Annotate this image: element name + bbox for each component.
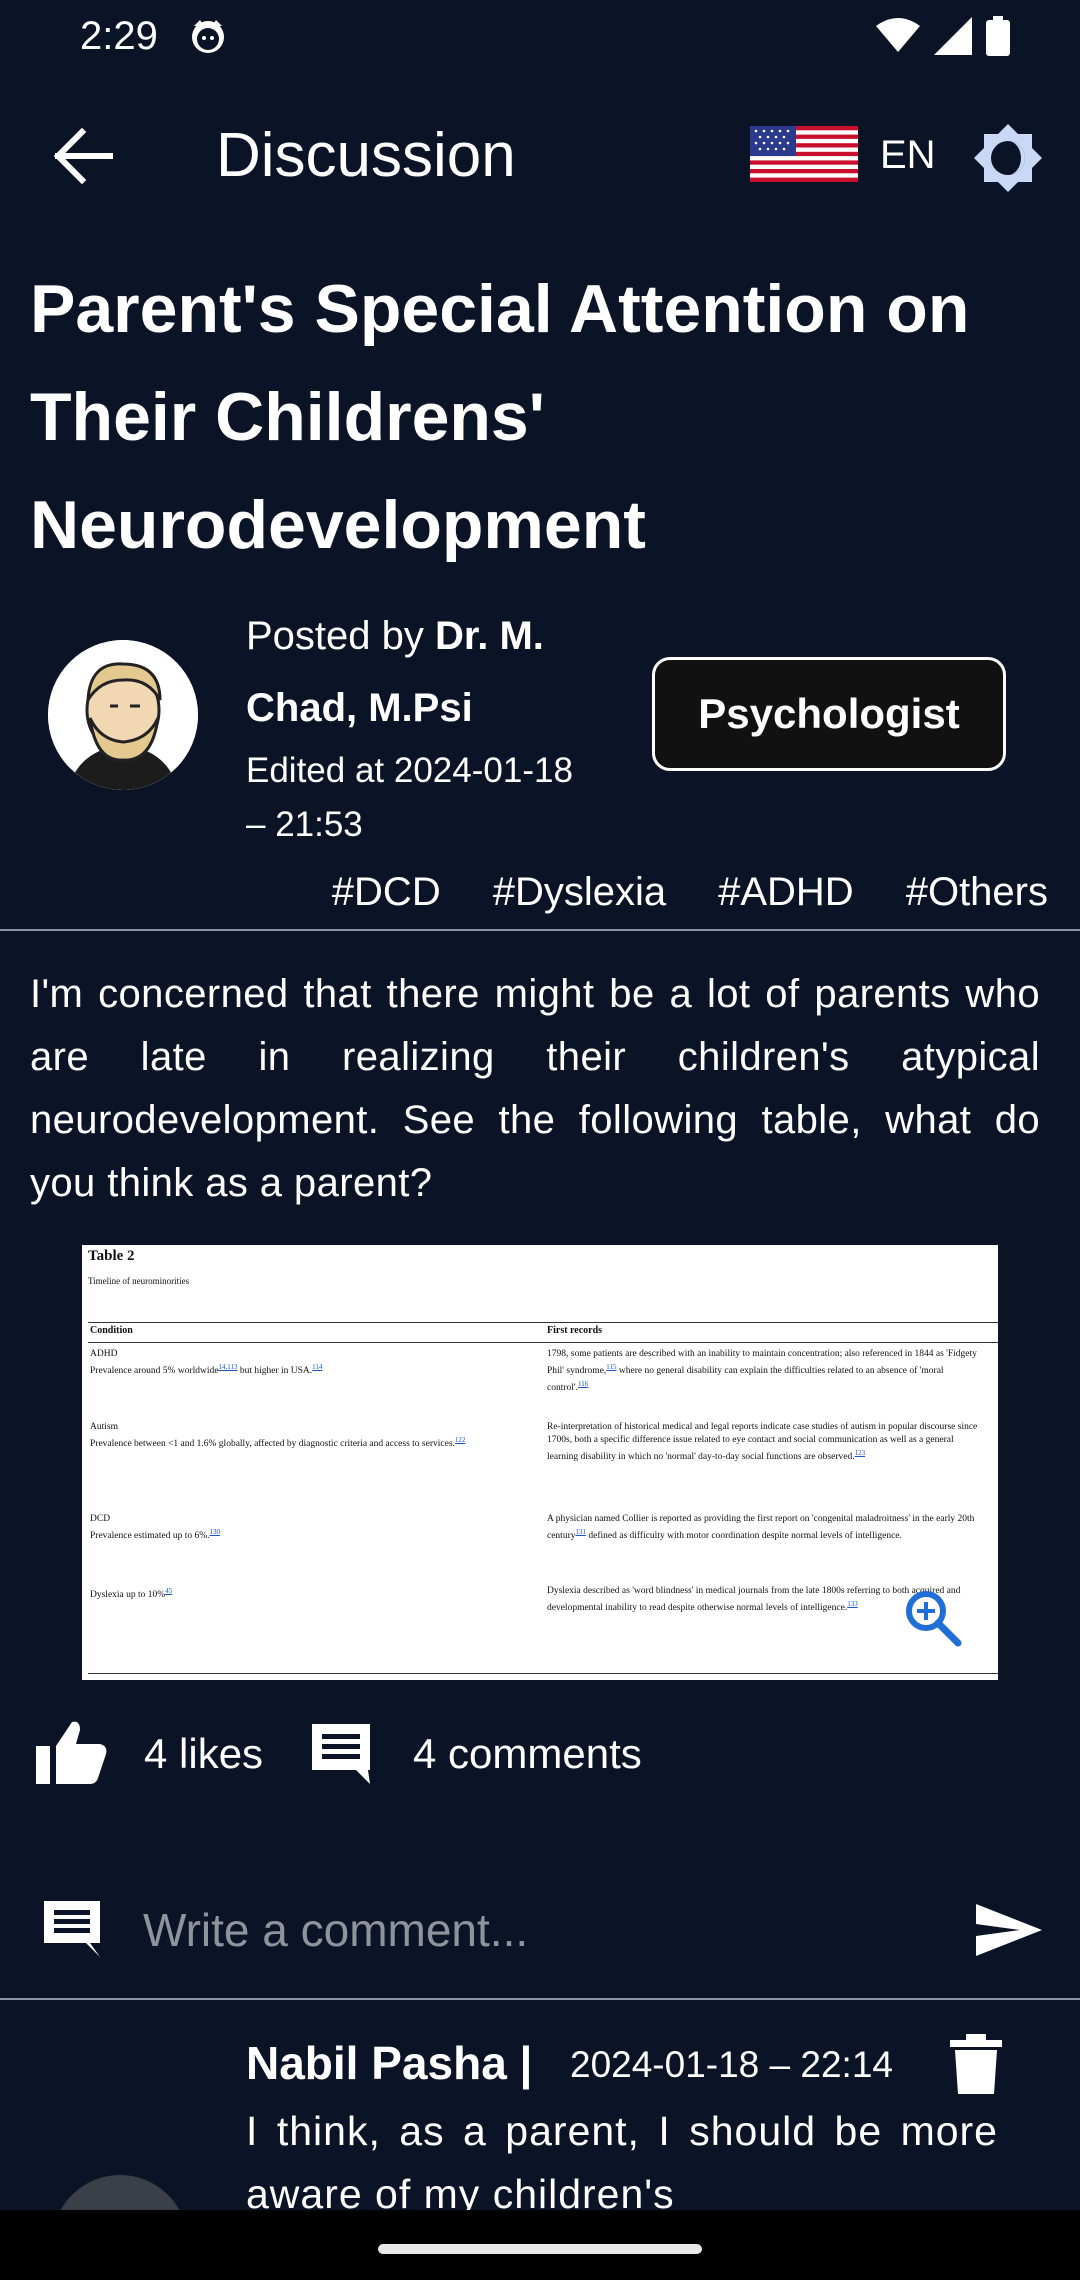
comment-input[interactable] (143, 1898, 943, 1962)
table-cell-condition: Dyslexia up to 10%45 (90, 1587, 173, 1601)
comment-author[interactable]: Nabil Pasha | (246, 2034, 532, 2092)
comment-date: 2024-01-18 – 22:14 (570, 2044, 893, 2085)
author-name[interactable]: Dr. M. (435, 614, 544, 658)
table-title: Table 2 (88, 1248, 135, 1264)
battery-icon (986, 16, 1010, 56)
author-avatar[interactable] (48, 640, 198, 790)
table-cell-condition: ADHD Prevalence around 5% worldwide14,11… (90, 1349, 323, 1377)
posted-by-label: Posted by (246, 614, 424, 658)
status-time: 2:29 (80, 14, 158, 58)
attached-table-image[interactable]: Table 2 Timeline of neurominorities Cond… (82, 1245, 998, 1680)
edited-at-line-2: – 21:53 (246, 805, 363, 844)
tag-list: #DCD #Dyslexia #ADHD #Others (332, 870, 1048, 915)
thumb-up-icon[interactable] (34, 1718, 108, 1786)
language-label[interactable]: EN (880, 130, 936, 180)
zoom-in-icon[interactable] (902, 1587, 962, 1647)
author-line-1: Posted by Dr. M. (246, 600, 616, 672)
post-title: Parent's Special Attention on Their Chil… (30, 271, 970, 563)
divider (0, 1998, 1080, 2000)
author-info: Posted by Dr. M. Chad, M.Psi Edited at 2… (246, 600, 616, 852)
home-gesture-handle[interactable] (378, 2244, 702, 2254)
tag-dcd[interactable]: #DCD (332, 870, 441, 915)
wifi-icon (876, 18, 920, 52)
comment-input-icon (44, 1901, 100, 1957)
divider (0, 929, 1080, 931)
table-rule-top (88, 1322, 998, 1323)
table-rule-bottom (88, 1673, 998, 1674)
navigation-bar (0, 2210, 1080, 2280)
author-name-cont[interactable]: Chad, M.Psi (246, 672, 616, 744)
brightness-icon[interactable] (972, 122, 1044, 194)
author-avatar-image (48, 640, 198, 790)
table-cell-record: 1798, some patients are described with a… (547, 1349, 977, 1394)
table-cell-record: Re-interpretation of historical medical … (547, 1422, 978, 1463)
table-cell-record: A physician named Collier is reported as… (547, 1514, 975, 1542)
trash-icon[interactable] (950, 2034, 1002, 2094)
discussion-screen: 2:29 Discussion EN Parent's Special Atte… (0, 0, 1080, 2280)
page-title: Discussion (216, 121, 516, 190)
table-col-first-records: First records (547, 1325, 603, 1336)
signal-icon (934, 17, 972, 55)
system-icons (876, 14, 1010, 58)
likes-count[interactable]: 4 likes (144, 1726, 263, 1782)
table-rule-header (88, 1342, 998, 1343)
comment-text: I think, as a parent, I should be more a… (246, 2108, 998, 2217)
role-badge: Psychologist (652, 657, 1006, 771)
us-flag-icon[interactable] (750, 126, 858, 182)
send-icon[interactable] (974, 1900, 1044, 1960)
post-body: I'm concerned that there might be a lot … (30, 972, 1040, 1205)
comment-icon[interactable] (308, 1720, 374, 1786)
table-cell-condition: Autism Prevalence between <1 and 1.6% gl… (90, 1422, 466, 1450)
top-app-bar: Discussion EN (0, 100, 1080, 210)
table-subtitle: Timeline of neurominorities (88, 1276, 190, 1286)
table-col-condition: Condition (90, 1325, 133, 1336)
notification-cat-icon (192, 20, 224, 53)
tag-others[interactable]: #Others (906, 870, 1048, 915)
comments-count[interactable]: 4 comments (413, 1726, 642, 1782)
tag-adhd[interactable]: #ADHD (718, 870, 854, 915)
arrow-back-icon[interactable] (52, 128, 116, 184)
edited-at-line-1: Edited at 2024-01-18 (246, 751, 573, 790)
status-bar: 2:29 (0, 0, 1080, 80)
tag-dyslexia[interactable]: #Dyslexia (493, 870, 666, 915)
table-cell-condition: DCD Prevalence estimated up to 6%.130 (90, 1514, 221, 1542)
